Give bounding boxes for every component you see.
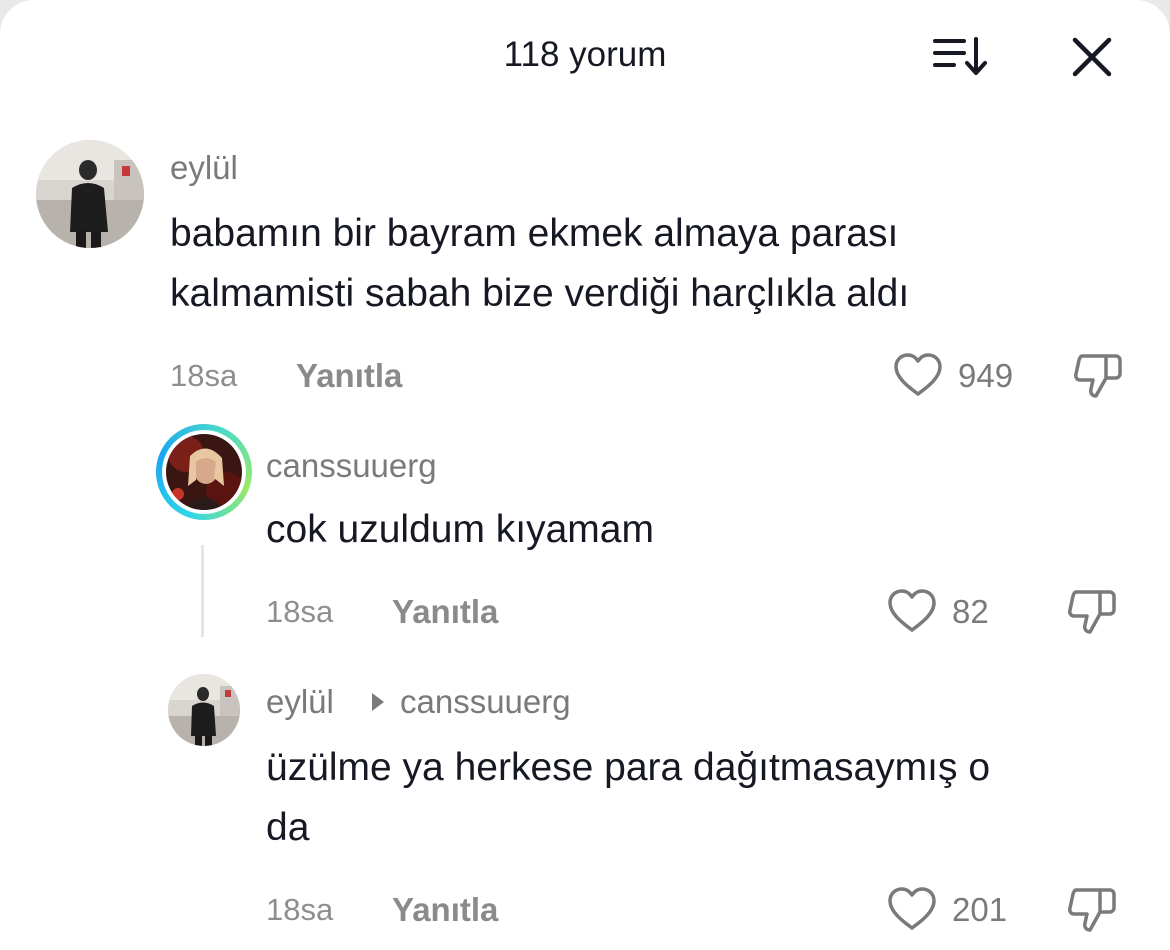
heart-icon[interactable] [892, 352, 944, 398]
thumbs-down-icon[interactable] [1072, 350, 1124, 400]
like-count: 949 [958, 357, 1014, 394]
thumbs-down-icon[interactable] [1066, 586, 1118, 636]
like-count: 82 [952, 593, 989, 630]
reply-button[interactable]: Yanıtla [296, 356, 402, 396]
comment-text-line: babamın bir bayram ekmek almaya parası [170, 212, 899, 255]
like-count: 201 [952, 891, 1008, 928]
heart-icon[interactable] [886, 588, 938, 634]
timestamp: 18sa [266, 892, 334, 927]
reply-button[interactable]: Yanıtla [392, 890, 498, 930]
comments-sheet: 118 yorum eylül babamın bir bayram ekmek… [0, 0, 1170, 950]
comment-text-line: da [266, 806, 310, 849]
comment-text-line: cok uzuldum kıyamam [266, 508, 654, 551]
sort-icon[interactable] [930, 32, 990, 80]
reply-button[interactable]: Yanıtla [392, 592, 498, 632]
avatar[interactable] [166, 434, 242, 510]
username[interactable]: eylül [266, 682, 334, 722]
close-icon[interactable] [1070, 35, 1114, 79]
heart-icon[interactable] [886, 886, 938, 932]
avatar[interactable] [36, 140, 144, 248]
username[interactable]: canssuuerg [266, 446, 437, 486]
timestamp: 18sa [170, 358, 238, 393]
avatar[interactable] [168, 674, 240, 746]
comment-count-title: 118 yorum [503, 35, 667, 74]
thread-line [201, 545, 204, 637]
reply-to-username[interactable]: canssuuerg [400, 682, 571, 722]
thumbs-down-icon[interactable] [1066, 884, 1118, 934]
comment-text-line: kalmamisti sabah bize verdiği harçlıkla … [170, 272, 910, 315]
username[interactable]: eylül [170, 148, 238, 188]
comment-text-line: üzülme ya herkese para dağıtmasaymış o [266, 746, 991, 789]
reply-arrow-icon [372, 693, 384, 711]
timestamp: 18sa [266, 594, 334, 629]
